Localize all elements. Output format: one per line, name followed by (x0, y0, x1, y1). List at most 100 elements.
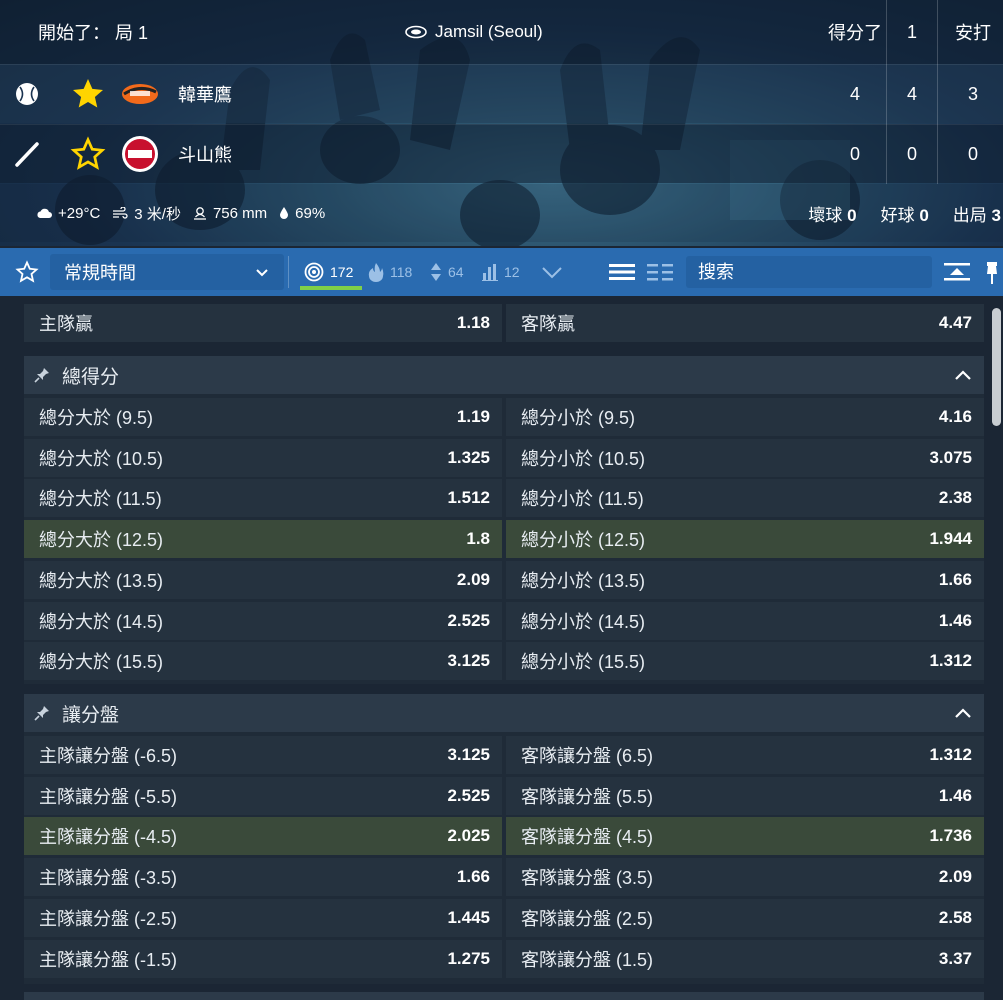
favorites-star-icon[interactable] (15, 260, 39, 284)
outcome-label: 主隊讓分盤 (-4.5) (39, 827, 178, 848)
outs-count: 出局 3 (952, 205, 1001, 225)
pin-icon[interactable] (34, 705, 50, 721)
tab-all-markets[interactable]: 172 (304, 260, 353, 284)
outcome-label: 總分小於 (12.5) (521, 530, 646, 551)
odds-cell-left[interactable]: 總分大於 (12.5) 1.8 (24, 520, 502, 559)
odds-value: 3.125 (447, 651, 490, 671)
odds-cell-left[interactable]: 總分大於 (14.5) 2.525 (24, 601, 502, 640)
odds-value: 2.38 (938, 488, 972, 508)
pin-icon[interactable] (982, 260, 1002, 286)
two-column-view-icon[interactable] (646, 260, 674, 284)
odds-cell-right[interactable]: 總分小於 (11.5) 2.38 (506, 479, 984, 518)
outcome-label: 總分小於 (10.5) (521, 448, 646, 469)
humidity-icon (280, 207, 289, 219)
odds-value: 2.58 (938, 907, 972, 927)
chevron-up-icon[interactable] (954, 705, 972, 721)
tab-count: 118 (390, 264, 413, 280)
odds-cell-left[interactable]: 總分大於 (9.5) 1.19 (24, 398, 502, 436)
list-view-icon[interactable] (608, 260, 636, 284)
odds-cell-right[interactable]: 客隊讓分盤 (2.5) 2.58 (506, 898, 984, 937)
chevron-up-icon[interactable] (954, 367, 972, 383)
odds-value: 4.16 (938, 407, 972, 426)
outcome-label: 總分小於 (15.5) (521, 652, 646, 673)
pressure-icon (193, 207, 206, 220)
outcome-label: 主隊讓分盤 (-3.5) (39, 868, 178, 889)
odds-cell-left[interactable]: 主隊讓分盤 (-6.5) 3.125 (24, 736, 502, 774)
odds-value: 1.944 (929, 529, 972, 549)
expand-tabs-chevron-icon[interactable] (538, 260, 566, 284)
search-input[interactable] (686, 256, 926, 288)
odds-cell-left[interactable]: 總分大於 (10.5) 1.325 (24, 438, 502, 477)
team-hits: 3 (967, 83, 978, 104)
odds-cell-left[interactable]: 主隊讓分盤 (-2.5) 1.445 (24, 898, 502, 937)
outcome-label: 總分大於 (9.5) (39, 408, 154, 428)
updown-icon (431, 263, 441, 281)
odds-cell-left[interactable]: 總分大於 (11.5) 1.512 (24, 479, 502, 518)
odds-row: 總分大於 (11.5) 1.512 總分小於 (11.5) 2.38 (24, 479, 984, 518)
market-group-header-totals[interactable]: 總得分 (24, 356, 984, 394)
odds-cell-left[interactable]: 主隊讓分盤 (-1.5) 1.275 (24, 939, 502, 978)
odds-cell-right[interactable]: 總分小於 (12.5) 1.944 (506, 520, 984, 559)
odds-cell-left[interactable]: 主隊讓分盤 (-3.5) 1.66 (24, 858, 502, 897)
odds-cell-left[interactable]: 總分大於 (15.5) 3.125 (24, 642, 502, 681)
balls-count: 壞球 0 (808, 205, 857, 225)
chevron-down-icon (256, 269, 268, 277)
collapse-all-icon[interactable] (942, 260, 972, 286)
outcome-label: 主隊讓分盤 (-1.5) (39, 949, 178, 970)
odds-value: 2.525 (447, 785, 490, 805)
market-group-header-next[interactable] (24, 992, 984, 1000)
runs-column-header: 得分了 (828, 23, 882, 43)
odds-cell-right[interactable]: 總分小於 (14.5) 1.46 (506, 601, 984, 640)
odds-cell-right[interactable]: 客隊讓分盤 (1.5) 3.37 (506, 939, 984, 978)
odds-cell-left[interactable]: 總分大於 (13.5) 2.09 (24, 560, 502, 599)
tab-popular[interactable]: 118 (368, 260, 412, 284)
odds-cell-right[interactable]: 客隊讓分盤 (6.5) 1.312 (506, 736, 984, 774)
divider (288, 256, 289, 288)
odds-value: 3.075 (929, 447, 972, 467)
temperature: +29°C (58, 204, 101, 222)
odds-cell-left[interactable]: 主隊讓分盤 (-4.5) 2.025 (24, 817, 502, 856)
tab-count: 64 (448, 264, 464, 280)
tab-totals[interactable]: 64 (430, 260, 464, 284)
market-group-header-handicap[interactable]: 讓分盤 (24, 694, 984, 732)
odds-cell-right[interactable]: 總分小於 (13.5) 1.66 (506, 560, 984, 599)
outcome-label: 總分小於 (9.5) (521, 408, 636, 428)
odds-cell-right[interactable]: 總分小於 (10.5) 3.075 (506, 438, 984, 477)
odds-row: 主隊讓分盤 (-6.5) 3.125 客隊讓分盤 (6.5) 1.312 (24, 736, 984, 774)
odds-value: 1.736 (929, 826, 972, 846)
weather-row: +29°C 3 米/秒 756 mm 69% 壞球 0 好球 0 出局 3 (0, 184, 1003, 242)
odds-value: 2.525 (447, 610, 490, 630)
scrollbar-thumb[interactable] (992, 308, 1001, 426)
strikes-count: 好球 0 (880, 205, 929, 225)
odds-value: 1.325 (447, 447, 490, 467)
outcome-label: 客隊讓分盤 (3.5) (521, 868, 654, 889)
star-filled-icon[interactable] (70, 76, 106, 112)
odds-cell-right[interactable]: 總分小於 (15.5) 1.312 (506, 642, 984, 681)
odds-value: 3.125 (447, 745, 490, 764)
odds-cell-home-win[interactable]: 主隊贏 1.18 (24, 304, 502, 342)
odds-cell-right[interactable]: 總分小於 (9.5) 4.16 (506, 398, 984, 436)
odds-cell-right[interactable]: 客隊讓分盤 (3.5) 2.09 (506, 858, 984, 897)
tab-count: 12 (504, 264, 520, 280)
team-inning-score: 4 (906, 83, 917, 104)
odds-value: 1.46 (938, 785, 972, 805)
odds-row: 主隊讓分盤 (-5.5) 2.525 客隊讓分盤 (5.5) 1.46 (24, 776, 984, 815)
search-box[interactable] (686, 256, 932, 288)
period-dropdown[interactable]: 常規時間 (50, 254, 284, 290)
odds-cell-right[interactable]: 客隊讓分盤 (5.5) 1.46 (506, 776, 984, 815)
tab-stats[interactable]: 12 (482, 260, 520, 284)
outcome-label: 客隊讓分盤 (2.5) (521, 908, 654, 929)
outcome-label: 主隊讓分盤 (-6.5) (39, 746, 178, 766)
pin-icon[interactable] (34, 367, 50, 383)
odds-cell-right[interactable]: 客隊讓分盤 (4.5) 1.736 (506, 817, 984, 856)
odds-cell-left[interactable]: 主隊讓分盤 (-5.5) 2.525 (24, 776, 502, 815)
baseball-icon (16, 83, 38, 105)
odds-cell-away-win[interactable]: 客隊贏 4.47 (506, 304, 984, 342)
odds-value: 2.09 (938, 867, 972, 887)
odds-row: 總分大於 (14.5) 2.525 總分小於 (14.5) 1.46 (24, 601, 984, 640)
odds-row: 總分大於 (12.5) 1.8 總分小於 (12.5) 1.944 (24, 520, 984, 559)
star-outline-icon[interactable] (70, 136, 106, 172)
outcome-label: 總分大於 (10.5) (39, 448, 164, 469)
odds-value: 3.37 (938, 948, 972, 968)
outcome-label: 客隊讓分盤 (6.5) (521, 746, 654, 766)
